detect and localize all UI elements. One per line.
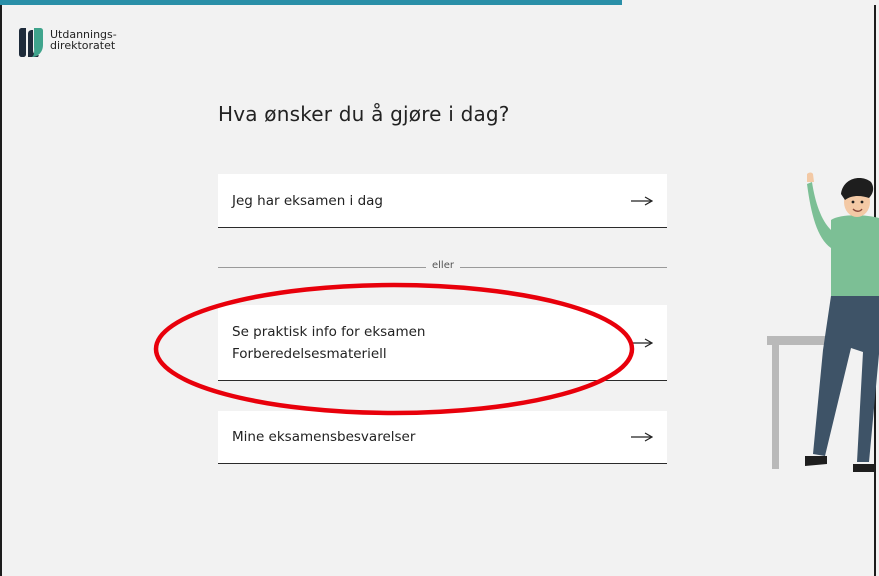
person-at-desk-illustration <box>767 172 879 472</box>
arrow-right-icon <box>631 195 653 206</box>
option-exam-today-label: Jeg har eksamen i dag <box>232 192 384 209</box>
option-exam-today-button[interactable]: Jeg har eksamen i dag <box>218 174 667 228</box>
arrow-right-icon <box>631 432 653 442</box>
logo-text-line2: direktoratet <box>50 39 116 52</box>
or-divider-label: eller <box>426 260 460 271</box>
option-my-submissions-label: Mine eksamensbesvarelser <box>232 429 416 445</box>
logo-wordmark: Utdannings- direktoratet <box>50 29 117 51</box>
option-my-submissions-button[interactable]: Mine eksamensbesvarelser <box>218 411 667 464</box>
udir-logo[interactable]: Utdannings- direktoratet <box>18 28 117 58</box>
red-highlight-ellipse <box>153 282 635 416</box>
udir-logo-icon <box>19 28 43 57</box>
page-title: Hva ønsker du å gjøre i dag? <box>218 102 510 126</box>
